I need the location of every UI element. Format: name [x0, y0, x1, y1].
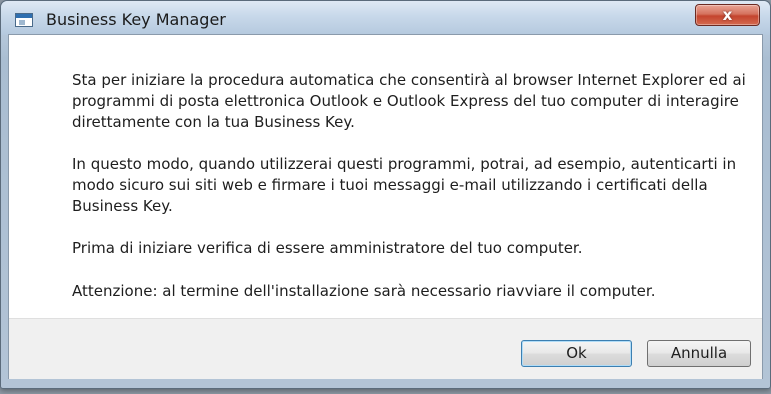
close-icon: x [722, 6, 733, 24]
cancel-button[interactable]: Annulla [647, 340, 751, 367]
message-panel: Sta per iniziare la procedura automatica… [9, 35, 762, 318]
window-title: Business Key Manager [46, 10, 226, 29]
title-bar[interactable]: Business Key Manager x [1, 1, 770, 35]
usage-paragraph: In questo modo, quando utilizzerai quest… [72, 155, 737, 215]
close-button[interactable]: x [695, 4, 760, 26]
dialog-client-area: Sta per iniziare la procedura automatica… [8, 34, 763, 379]
ok-button[interactable]: Ok [521, 340, 632, 367]
button-bar: Ok Annulla [9, 318, 762, 379]
restart-warning: Attenzione: al termine dell'installazion… [72, 282, 656, 300]
dialog-window: Business Key Manager x Sta per iniziare … [0, 0, 771, 389]
admin-notice: Prima di iniziare verifica di essere amm… [72, 239, 583, 257]
app-window-icon [15, 13, 33, 27]
intro-paragraph: Sta per iniziare la procedura automatica… [72, 71, 746, 131]
